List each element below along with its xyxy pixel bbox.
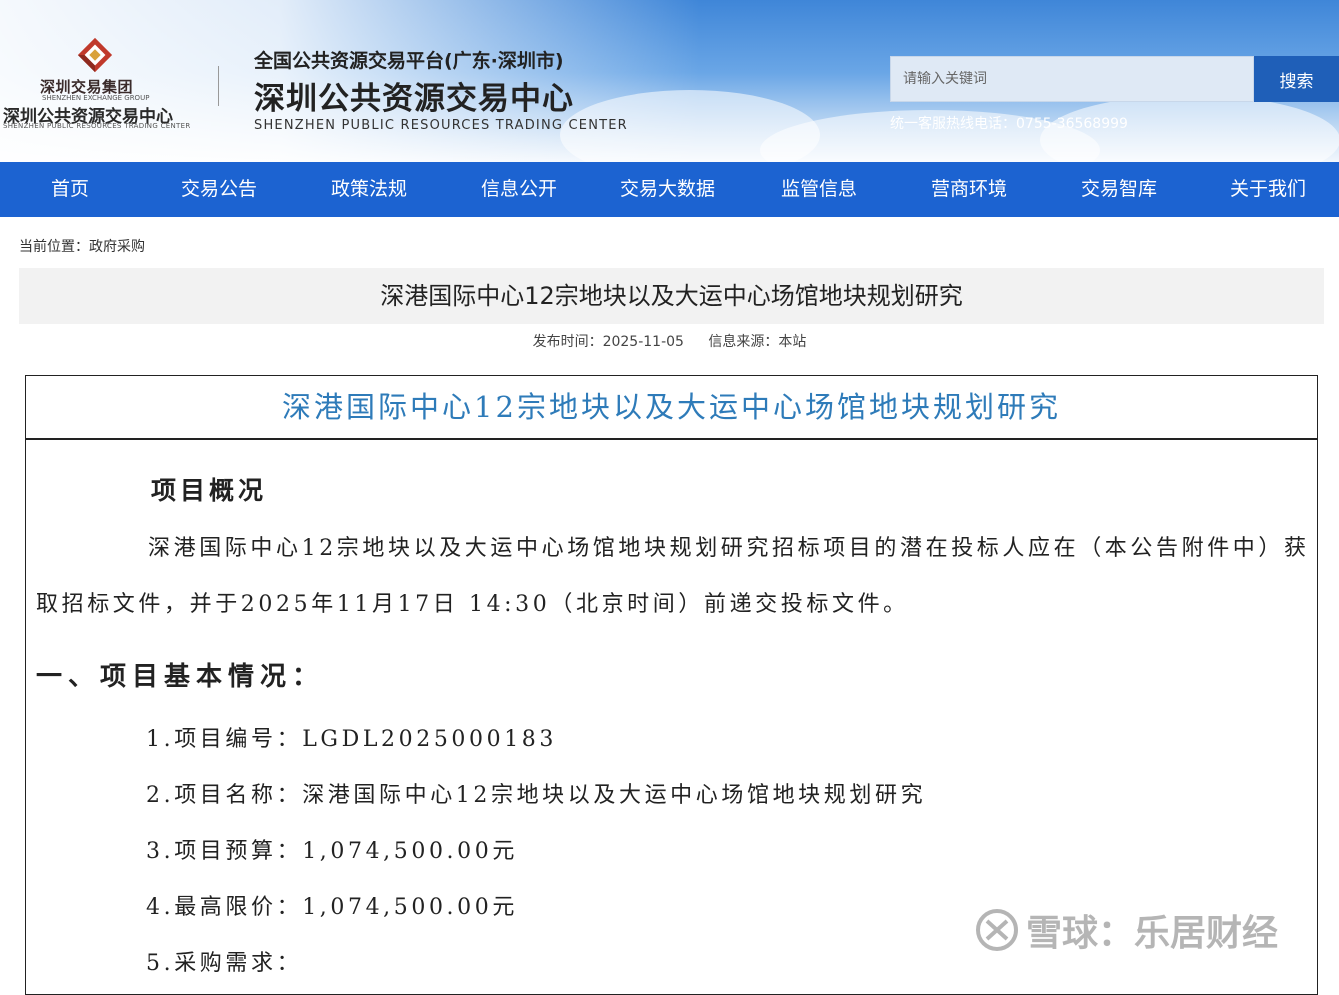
logo-center-name-en: SHENZHEN PUBLIC RESOURCES TRADING CENTER — [3, 122, 191, 130]
main-nav: 首页 交易公告 政策法规 信息公开 交易大数据 监管信息 营商环境 交易智库 关… — [0, 162, 1339, 217]
article-title: 深港国际中心12宗地块以及大运中心场馆地块规划研究 — [19, 268, 1324, 324]
article-meta: 发布时间：2025-11-05 信息来源：本站 — [0, 331, 1339, 351]
search-box — [890, 56, 1254, 102]
document-title: 深港国际中心12宗地块以及大运中心场馆地块规划研究 — [26, 376, 1317, 440]
snowball-logo-icon — [976, 909, 1018, 951]
site-logo[interactable]: 深圳交易集团 SHENZHEN EXCHANGE GROUP 深圳公共资源交易中… — [0, 30, 200, 140]
info-source: 信息来源：本站 — [708, 334, 807, 350]
nav-item-policies[interactable]: 政策法规 — [331, 162, 407, 217]
section-basic-info-title: 一、项目基本情况： — [36, 662, 325, 692]
logo-divider — [218, 66, 219, 106]
exchange-group-logo-icon — [77, 37, 113, 73]
logo-group-name-en: SHENZHEN EXCHANGE GROUP — [42, 94, 150, 102]
service-hotline: 统一客服热线电话：0755-36568999 — [890, 116, 1128, 132]
item-project-number: 1.项目编号：LGDL2025000183 — [146, 727, 557, 752]
nav-item-supervision[interactable]: 监管信息 — [781, 162, 857, 217]
watermark-text: 雪球：乐居财经 — [1026, 913, 1279, 954]
nav-item-business-env[interactable]: 营商环境 — [931, 162, 1007, 217]
site-title: 深圳公共资源交易中心 — [254, 81, 574, 117]
nav-item-big-data[interactable]: 交易大数据 — [620, 162, 715, 217]
site-title-en: SHENZHEN PUBLIC RESOURCES TRADING CENTER — [254, 118, 628, 133]
item-procurement-demand: 5.采购需求： — [146, 951, 303, 976]
breadcrumb[interactable]: 当前位置：政府采购 — [19, 236, 145, 256]
overview-paragraph: 深港国际中心12宗地块以及大运中心场馆地块规划研究招标项目的潜在投标人应在（本公… — [36, 536, 1310, 617]
platform-subtitle: 全国公共资源交易平台(广东·深圳市) — [254, 50, 564, 72]
nav-item-about[interactable]: 关于我们 — [1230, 162, 1306, 217]
nav-item-think-tank[interactable]: 交易智库 — [1081, 162, 1157, 217]
site-header: 深圳交易集团 SHENZHEN EXCHANGE GROUP 深圳公共资源交易中… — [0, 0, 1339, 162]
nav-item-disclosure[interactable]: 信息公开 — [481, 162, 557, 217]
search-button[interactable]: 搜索 — [1254, 56, 1339, 102]
announcement-document: 深港国际中心12宗地块以及大运中心场馆地块规划研究 项目概况 深港国际中心12宗… — [25, 375, 1318, 995]
search-input[interactable] — [903, 71, 1253, 87]
watermark: 雪球：乐居财经 — [974, 904, 1278, 956]
nav-item-announcements[interactable]: 交易公告 — [181, 162, 257, 217]
item-max-price: 4.最高限价：1,074,500.00元 — [146, 895, 518, 920]
site-title-block: 全国公共资源交易平台(广东·深圳市) 深圳公共资源交易中心 SHENZHEN P… — [254, 46, 628, 133]
nav-item-home[interactable]: 首页 — [51, 162, 89, 217]
overview-heading: 项目概况 — [151, 476, 268, 505]
item-project-budget: 3.项目预算：1,074,500.00元 — [146, 839, 518, 864]
publish-time: 发布时间：2025-11-05 — [532, 334, 684, 350]
item-project-name: 2.项目名称：深港国际中心12宗地块以及大运中心场馆地块规划研究 — [146, 783, 927, 808]
